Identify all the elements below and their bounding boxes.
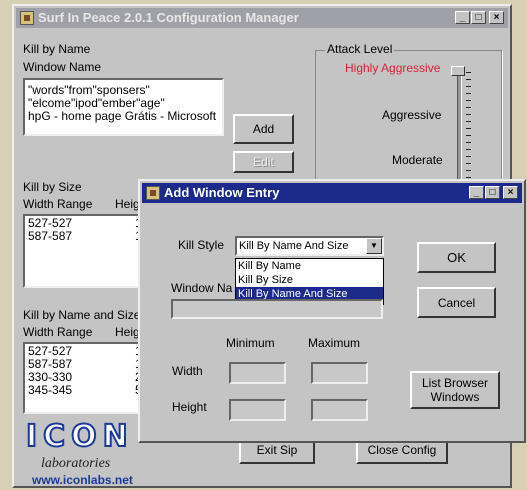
config-manager-titlebar[interactable]: Surf In Peace 2.0.1 Configuration Manage…: [16, 8, 508, 28]
close-icon[interactable]: ×: [489, 11, 504, 24]
table-row[interactable]: 345-3455: [28, 384, 148, 397]
level-highly-aggressive[interactable]: Highly Aggressive: [345, 61, 440, 75]
kill-by-size-heading: Kill by Size: [23, 180, 82, 194]
size-width-range-header: Width Range: [23, 197, 93, 211]
logo-subtitle: laboratories: [41, 456, 111, 471]
kill-style-select[interactable]: Kill By Name And Size ▼: [235, 236, 384, 256]
kill-by-name-heading: Kill by Name: [23, 42, 91, 56]
dropdown-option-kill-by-size[interactable]: Kill By Size: [236, 273, 383, 287]
minimize-icon[interactable]: _: [469, 186, 484, 199]
dropdown-option-kill-by-name[interactable]: Kill By Name: [236, 259, 383, 273]
kill-style-label: Kill Style: [178, 238, 225, 252]
window-name-header: Window Name: [23, 60, 102, 74]
kill-by-name-and-size-heading: Kill by Name and Size: [23, 308, 141, 322]
dialog-app-icon: [146, 186, 160, 200]
level-moderate[interactable]: Moderate: [392, 153, 443, 167]
minimum-header: Minimum: [226, 336, 275, 350]
height-min-input[interactable]: [229, 399, 286, 421]
window-name-input[interactable]: [171, 299, 383, 319]
width-min-input[interactable]: [229, 362, 286, 384]
logo-brand: ICON: [25, 419, 134, 455]
height-max-input[interactable]: [311, 399, 368, 421]
attack-level-slider-track[interactable]: [457, 68, 462, 184]
cancel-button[interactable]: Cancel: [417, 287, 496, 318]
icon-laboratories-logo: ICON: [25, 419, 146, 455]
add-button[interactable]: Add: [233, 114, 294, 144]
width-max-input[interactable]: [311, 362, 368, 384]
level-aggressive[interactable]: Aggressive: [382, 108, 441, 122]
attack-level-slider-thumb[interactable]: [451, 66, 465, 76]
logo-url[interactable]: www.iconlabs.net: [32, 473, 133, 487]
edit-button[interactable]: Edit: [233, 151, 294, 173]
kill-style-dropdown[interactable]: Kill By Name Kill By Size Kill By Name A…: [235, 258, 384, 305]
window-name-label: Window Na: [171, 281, 233, 295]
size-height-header: Heig: [115, 197, 140, 211]
add-window-entry-dialog: Add Window Entry _ □ × Kill Style Kill B…: [138, 179, 526, 443]
ok-button[interactable]: OK: [417, 242, 496, 273]
attack-level-heading: Attack Level: [325, 42, 395, 56]
slider-ticks: [466, 72, 471, 182]
minimize-icon[interactable]: _: [455, 11, 470, 24]
width-label: Width: [172, 364, 203, 378]
app-icon: [20, 11, 34, 25]
maximize-icon[interactable]: □: [471, 11, 486, 24]
name-size-width-range-header: Width Range: [23, 325, 93, 339]
kill-style-value: Kill By Name And Size: [239, 240, 349, 252]
kill-by-size-list[interactable]: 527-5271 587-5871: [23, 214, 153, 288]
kill-by-name-list[interactable]: "words"from"sponsers" "elcome"ipod"ember…: [23, 78, 224, 136]
list-item[interactable]: hpG - home page Grátis - Microsoft: [28, 110, 219, 123]
config-manager-title: Surf In Peace 2.0.1 Configuration Manage…: [38, 10, 299, 25]
name-size-height-header: Heig: [115, 325, 140, 339]
chevron-down-icon[interactable]: ▼: [366, 238, 382, 254]
maximum-header: Maximum: [308, 336, 361, 350]
close-icon[interactable]: ×: [503, 186, 518, 199]
list-browser-windows-button[interactable]: List Browser Windows: [410, 371, 500, 409]
table-row[interactable]: 587-5871: [28, 230, 148, 243]
add-window-entry-titlebar[interactable]: Add Window Entry _ □ ×: [142, 183, 522, 203]
dialog-title: Add Window Entry: [164, 185, 280, 200]
maximize-icon[interactable]: □: [485, 186, 500, 199]
kill-by-name-and-size-list[interactable]: 527-5271 587-5871 330-3302 345-3455: [23, 342, 153, 414]
height-label: Height: [172, 400, 207, 414]
